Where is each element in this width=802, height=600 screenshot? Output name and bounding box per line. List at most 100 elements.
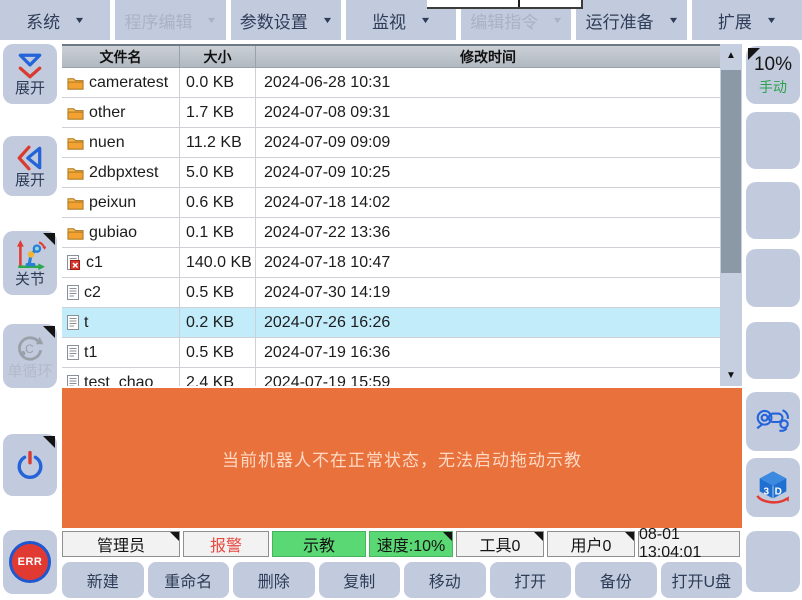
status-speed[interactable]: 速度:10% xyxy=(369,531,453,557)
folder-icon xyxy=(67,226,84,240)
file-name: peixun xyxy=(89,194,136,212)
warning-message-text: 当前机器人不在正常状态，无法启动拖动示教 xyxy=(222,446,582,471)
table-row[interactable]: nuen11.2 KB2024-07-09 09:09 xyxy=(62,128,720,158)
delete-button[interactable]: 删除 xyxy=(233,562,315,598)
file-size-cell: 5.0 KB xyxy=(180,158,256,187)
file-modified-cell: 2024-07-19 16:36 xyxy=(256,338,720,367)
file-modified-cell: 2024-07-09 09:09 xyxy=(256,128,720,157)
table-row[interactable]: peixun0.6 KB2024-07-18 14:02 xyxy=(62,188,720,218)
menu-item-param-settings[interactable]: 参数设置▼ xyxy=(231,0,346,40)
table-row[interactable]: gubiao0.1 KB2024-07-22 13:36 xyxy=(62,218,720,248)
file-modified-cell: 2024-07-09 10:25 xyxy=(256,158,720,187)
copy-button[interactable]: 复制 xyxy=(319,562,401,598)
power-icon xyxy=(13,448,47,482)
speed-percent: 10% xyxy=(754,54,792,76)
double-chevron-left-icon xyxy=(16,144,44,172)
view-3d-button[interactable]: 3 D xyxy=(746,458,800,517)
file-modified-cell: 2024-07-30 14:19 xyxy=(256,278,720,307)
menu-item-label: 监视 xyxy=(372,8,406,33)
blank-button-3[interactable] xyxy=(746,249,800,307)
scroll-up-arrow[interactable]: ▲ xyxy=(720,44,742,66)
file-size-cell: 0.2 KB xyxy=(180,308,256,337)
cube-3d-icon: 3 D xyxy=(753,468,793,508)
menu-item-label: 编辑指令 xyxy=(470,8,538,33)
svg-text:3: 3 xyxy=(764,486,770,497)
folder-icon xyxy=(67,76,84,90)
joint-coordinate-button[interactable]: 关节 xyxy=(3,231,57,295)
file-modified-cell: 2024-07-18 10:47 xyxy=(256,248,720,277)
err-badge-icon: ERR xyxy=(9,541,51,583)
chevron-down-icon: ▼ xyxy=(206,15,218,25)
expand-down-label: 展开 xyxy=(15,81,45,97)
error-button[interactable]: ERR xyxy=(3,530,57,594)
status-user-level[interactable]: 管理员 xyxy=(62,531,180,557)
svg-text:D: D xyxy=(775,486,782,497)
table-row[interactable]: cameratest0.0 KB2024-06-28 10:31 xyxy=(62,68,720,98)
joint-axes-robot-icon xyxy=(14,239,46,271)
column-header-size[interactable]: 大小 xyxy=(180,46,256,67)
file-name: other xyxy=(89,104,125,122)
table-row[interactable]: t10.5 KB2024-07-19 16:36 xyxy=(62,338,720,368)
err-label: ERR xyxy=(18,556,43,568)
folder-icon xyxy=(67,136,84,150)
file-icon xyxy=(67,375,79,386)
column-header-modified[interactable]: 修改时间 xyxy=(256,46,720,67)
file-name: cameratest xyxy=(89,74,168,92)
new-button[interactable]: 新建 xyxy=(62,562,144,598)
table-row[interactable]: other1.7 KB2024-07-08 09:31 xyxy=(62,98,720,128)
blank-button-4[interactable] xyxy=(746,322,800,379)
file-name-cell: cameratest xyxy=(62,68,180,97)
file-action-bar: 新建重命名删除复制移动打开备份打开U盘 xyxy=(62,562,742,598)
status-user[interactable]: 用户0 xyxy=(547,531,635,557)
file-size-cell: 0.0 KB xyxy=(180,68,256,97)
backup-button[interactable]: 备份 xyxy=(575,562,657,598)
scrollbar-thumb[interactable] xyxy=(721,70,741,273)
file-icon xyxy=(67,315,79,330)
file-name-cell: c2 xyxy=(62,278,180,307)
menu-item-program-edit: 程序编辑 ▼ xyxy=(115,0,230,40)
file-name: t xyxy=(84,314,88,332)
move-button[interactable]: 移动 xyxy=(404,562,486,598)
rename-button[interactable]: 重命名 xyxy=(148,562,230,598)
file-name-cell: nuen xyxy=(62,128,180,157)
file-name: 2dbpxtest xyxy=(89,164,158,182)
file-size-cell: 140.0 KB xyxy=(180,248,256,277)
table-row[interactable]: 2dbpxtest 5.0 KB2024-07-09 10:25 xyxy=(62,158,720,188)
column-header-filename[interactable]: 文件名 xyxy=(62,46,180,67)
file-size-cell: 0.1 KB xyxy=(180,218,256,247)
table-row[interactable]: t0.2 KB2024-07-26 16:26 xyxy=(62,308,720,338)
power-button[interactable] xyxy=(3,434,57,496)
top-menu-bar: 系统▼程序编辑▼参数设置▼监视▼编辑指令▼运行准备▼扩展▼ xyxy=(0,0,802,40)
menu-item-system[interactable]: 系统▼ xyxy=(0,0,115,40)
drag-teach-button[interactable] xyxy=(746,392,800,451)
status-mode[interactable]: 示教 xyxy=(272,531,366,557)
blank-button-1[interactable] xyxy=(746,112,800,169)
menu-item-label: 扩展 xyxy=(718,8,752,33)
file-name: test_chao xyxy=(84,374,153,387)
single-cycle-button: C 单循环 xyxy=(3,324,57,388)
file-table-body: cameratest0.0 KB2024-06-28 10:31 other1.… xyxy=(62,68,720,386)
status-alarm[interactable]: 报警 xyxy=(183,531,269,557)
blank-button-2[interactable] xyxy=(746,182,800,239)
single-cycle-label: 单循环 xyxy=(7,364,52,380)
file-name-cell: gubiao xyxy=(62,218,180,247)
menu-item-run-prep[interactable]: 运行准备▼ xyxy=(576,0,691,40)
file-name: t1 xyxy=(84,344,97,362)
file-modified-cell: 2024-07-19 15:59 xyxy=(256,368,720,386)
table-scrollbar[interactable]: ▲ ▼ xyxy=(720,44,742,386)
expand-down-button[interactable]: 展开 xyxy=(3,44,57,104)
open-usb-button[interactable]: 打开U盘 xyxy=(661,562,743,598)
open-button[interactable]: 打开 xyxy=(490,562,572,598)
folder-icon xyxy=(67,166,84,180)
scroll-down-arrow[interactable]: ▼ xyxy=(720,364,742,386)
table-row[interactable]: test_chao2.4 KB2024-07-19 15:59 xyxy=(62,368,720,386)
status-tool[interactable]: 工具0 xyxy=(456,531,544,557)
menu-item-extend[interactable]: 扩展▼ xyxy=(692,0,802,40)
menu-item-label: 程序编辑 xyxy=(124,8,192,33)
blank-button-5[interactable] xyxy=(746,531,800,592)
expand-left-button[interactable]: 展开 xyxy=(3,136,57,196)
table-row[interactable]: c1140.0 KB2024-07-18 10:47 xyxy=(62,248,720,278)
table-row[interactable]: c20.5 KB2024-07-30 14:19 xyxy=(62,278,720,308)
speed-mode-button[interactable]: 10% 手动 xyxy=(746,46,800,104)
folder-icon xyxy=(67,196,84,210)
